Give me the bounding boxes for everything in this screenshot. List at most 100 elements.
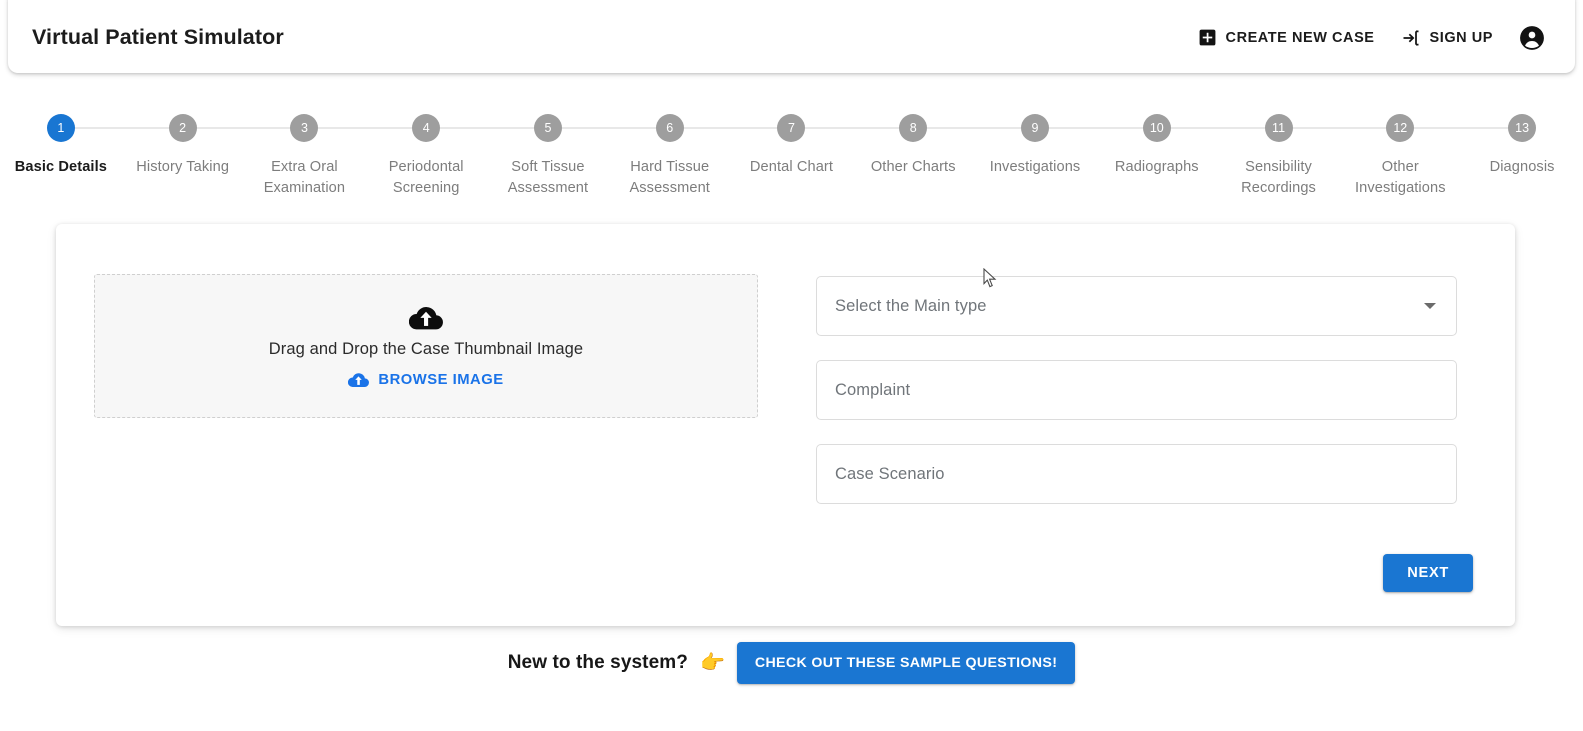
stepper-circle-row: 7 [730,110,853,146]
stepper-item-diagnosis[interactable]: 13 Diagnosis [1461,110,1583,178]
stepper-circle-row: 12 [1339,110,1462,146]
basic-details-card: Drag and Drop the Case Thumbnail Image B… [56,224,1515,626]
stepper-item-investigations[interactable]: 9 Investigations [974,110,1096,178]
stepper-circle-row: 9 [974,110,1096,146]
stepper-connector [440,127,488,129]
complaint-placeholder: Complaint [835,380,911,399]
stepper-item-periodontal-screening[interactable]: 4 Periodontal Screening [365,110,488,199]
account-circle-icon [1519,25,1545,51]
stepper-connector [683,127,731,129]
stepper-circle-row: 3 [243,110,366,146]
stepper-item-label: Investigations [989,159,1081,175]
case-scenario-field[interactable]: Case Scenario [816,444,1457,504]
create-new-case-label: CREATE NEW CASE [1225,29,1375,46]
sign-up-label: SIGN UP [1429,29,1493,46]
stepper-connector [121,127,169,129]
stepper-item-label: Radiographs [1114,159,1199,175]
stepper-connector [1095,127,1143,129]
stepper-item-label: Other Charts [870,159,956,175]
stepper-number-badge: 8 [899,114,928,142]
stepper-item-other-investigations[interactable]: 12 Other Investigations [1339,110,1462,199]
stepper-connector [196,127,244,129]
complaint-field[interactable]: Complaint [816,360,1457,420]
main-type-placeholder: Select the Main type [835,296,987,315]
browse-image-label: BROWSE IMAGE [378,371,504,388]
account-button[interactable] [1519,25,1545,51]
cloud-upload-icon [409,305,443,331]
stepper-number-badge: 4 [412,114,441,142]
stepper-connector [74,127,122,129]
stepper-item-extra-oral-examination[interactable]: 3 Extra Oral Examination [243,110,366,199]
stepper-number-badge: 11 [1264,114,1293,142]
stepper-circle-row: 10 [1095,110,1218,146]
stepper-item-hard-tissue-assessment[interactable]: 6 Hard Tissue Assessment [608,110,731,199]
new-user-prompt: New to the system? [507,652,688,673]
stepper-connector [243,127,291,129]
stepper-item-other-charts[interactable]: 8 Other Charts [852,110,975,178]
stepper-connector [487,127,534,129]
stepper-number-badge: 5 [533,114,562,142]
stepper-item-label: Sensibility Recordings [1241,159,1316,196]
stepper-connector [1217,127,1265,129]
stepper-item-radiographs[interactable]: 10 Radiographs [1095,110,1218,178]
app-header: Virtual Patient Simulator CREATE NEW CAS… [8,0,1575,73]
stepper-item-basic-details[interactable]: 1 Basic Details [0,110,122,178]
stepper-connector [1461,127,1509,129]
stepper-connector [365,127,413,129]
browse-image-button[interactable]: BROWSE IMAGE [348,372,503,388]
stepper-connector [927,127,975,129]
stepper-number-badge: 2 [168,114,197,142]
stepper-item-label: Soft Tissue Assessment [507,159,589,196]
stepper-number-badge: 12 [1386,114,1415,142]
stepper-connector [1049,127,1096,129]
stepper-number-badge: 9 [1021,114,1050,142]
cloud-upload-icon [348,372,370,388]
main-type-select[interactable]: Select the Main type [816,276,1457,336]
stepper-item-sensibility-recordings[interactable]: 11 Sensibility Recordings [1217,110,1340,199]
stepper-item-label: Extra Oral Examination [263,159,346,196]
stepper-item-soft-tissue-assessment[interactable]: 5 Soft Tissue Assessment [487,110,609,199]
stepper-circle-row: 11 [1217,110,1340,146]
stepper-connector [852,127,900,129]
stepper-connector [1170,127,1218,129]
stepper-connector [805,127,853,129]
sign-up-button[interactable]: SIGN UP [1401,28,1493,48]
next-button[interactable]: NEXT [1383,554,1473,592]
create-new-case-button[interactable]: CREATE NEW CASE [1198,28,1375,47]
stepper-connector [561,127,609,129]
stepper-connector [974,127,1022,129]
stepper-item-history-taking[interactable]: 2 History Taking [121,110,244,178]
stepper-item-label: Periodontal Screening [388,159,464,196]
chevron-down-icon [1424,303,1436,309]
stepper-item-label: Other Investigations [1354,159,1446,196]
stepper-circle-row: 5 [487,110,609,146]
stepper-connector [1339,127,1387,129]
stepper-circle-row: 13 [1461,110,1583,146]
header-actions: CREATE NEW CASE SIGN UP [1198,25,1545,51]
stepper-circle-row: 2 [121,110,244,146]
stepper-connector [318,127,366,129]
dropzone-instruction: Drag and Drop the Case Thumbnail Image [268,339,584,358]
thumbnail-upload-column: Drag and Drop the Case Thumbnail Image B… [94,274,758,528]
stepper-circle-row: 6 [608,110,731,146]
pointing-right-icon: 👉 [699,652,725,674]
thumbnail-dropzone[interactable]: Drag and Drop the Case Thumbnail Image B… [94,274,758,418]
progress-stepper: 1 Basic Details 2 History Taking 3 Extra Oral… [0,110,1583,199]
page-title: Virtual Patient Simulator [32,25,284,49]
stepper-number-badge: 1 [46,114,75,142]
stepper-number-badge: 10 [1142,114,1171,142]
stepper-number-badge: 7 [777,114,806,142]
stepper-item-label: Basic Details [14,159,107,175]
stepper-number-badge: 13 [1508,114,1537,142]
stepper-circle-row: 4 [365,110,488,146]
sample-questions-button[interactable]: CHECK OUT THESE SAMPLE QUESTIONS! [736,642,1076,684]
sample-questions-cta: New to the system? 👉 CHECK OUT THESE SAM… [0,642,1583,684]
stepper-circle-row: 8 [852,110,975,146]
stepper-item-label: Dental Chart [749,159,834,175]
stepper-item-dental-chart[interactable]: 7 Dental Chart [730,110,853,178]
case-scenario-placeholder: Case Scenario [835,464,945,483]
stepper-circle-row: 1 [0,110,122,146]
login-icon [1401,28,1421,48]
stepper-item-label: History Taking [136,159,230,175]
card-footer-actions: NEXT [1383,554,1473,592]
